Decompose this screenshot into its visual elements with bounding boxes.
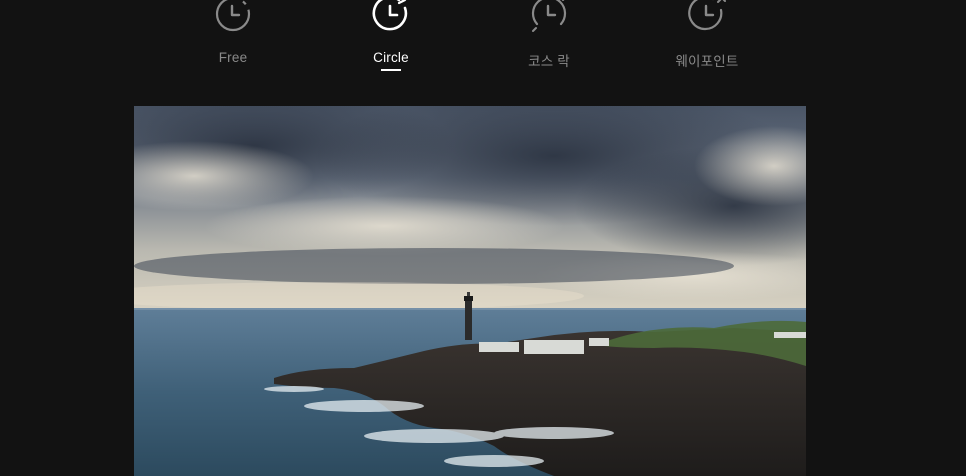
tab-course-lock-label: 코스 락: [528, 54, 570, 69]
tab-free-indicator: [223, 69, 243, 71]
timer-circle-icon: [372, 0, 408, 31]
timer-free-icon: [215, 0, 251, 32]
timer-waypoint-icon: [688, 0, 726, 31]
tab-waypoint[interactable]: 웨이포인트: [637, 0, 777, 80]
tab-course-lock[interactable]: 코스 락: [479, 0, 619, 80]
flight-mode-tabs: Free Circle 코스 락 웨이포인트: [0, 0, 966, 100]
tab-free[interactable]: Free: [163, 0, 303, 80]
preview-photo: [134, 106, 806, 476]
lighthouse: [464, 292, 473, 340]
clouds: [134, 106, 806, 310]
tab-waypoint-indicator: [697, 74, 717, 76]
tab-circle-label: Circle: [373, 50, 409, 65]
tab-circle-indicator: [381, 69, 401, 71]
tab-circle[interactable]: Circle: [321, 0, 461, 80]
tab-course-lock-indicator: [539, 74, 559, 76]
timer-course-lock-icon: [531, 0, 567, 32]
tab-free-label: Free: [218, 50, 248, 65]
tab-waypoint-label: 웨이포인트: [675, 54, 739, 69]
